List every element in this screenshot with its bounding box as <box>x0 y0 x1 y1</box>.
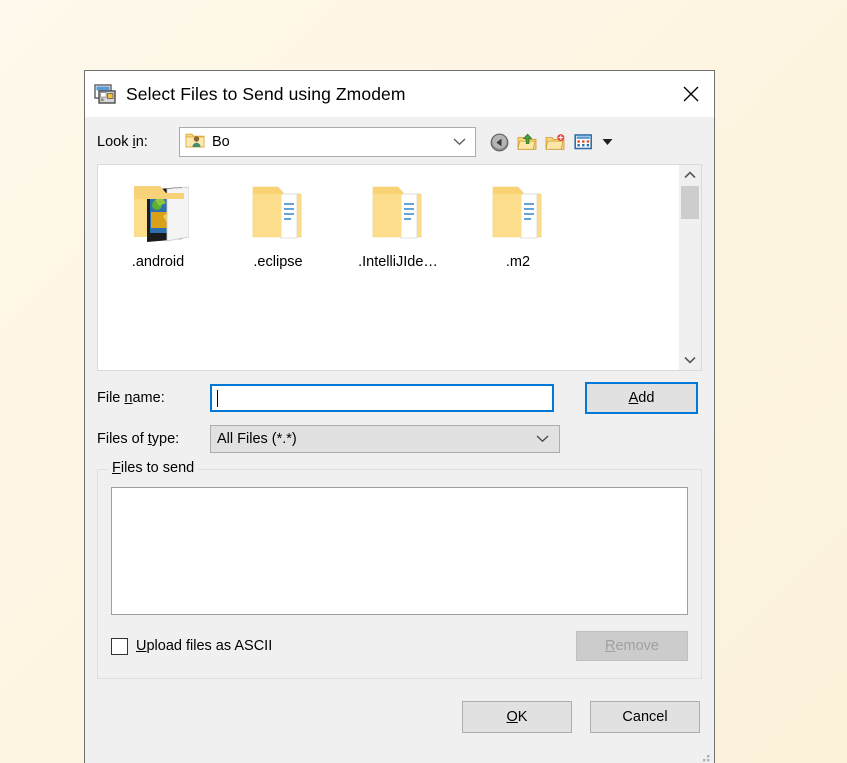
remove-button[interactable]: Remove <box>576 631 688 661</box>
file-type-value: All Files (*.*) <box>217 431 297 447</box>
group-bottom-row: Upload files as ASCII Remove <box>111 631 688 661</box>
desktop-background: Select Files to Send using Zmodem Look i… <box>0 0 847 763</box>
look-in-row: Look in: Bo <box>97 122 702 162</box>
resize-grip[interactable] <box>697 753 711 763</box>
list-item[interactable] <box>458 359 578 370</box>
file-list[interactable]: .android .eclipse .IntelliJIde… .m2 <box>98 165 678 370</box>
files-to-send-legend: Files to send <box>108 460 199 476</box>
chevron-down-icon[interactable] <box>536 430 549 448</box>
add-button[interactable]: Add <box>585 382 698 414</box>
folder-clipped-light-icon <box>127 359 189 370</box>
files-to-send-group: Files to send Upload files as ASCII Remo… <box>97 460 702 679</box>
file-name-label: .IntelliJIde… <box>358 254 438 270</box>
file-type-combobox[interactable]: All Files (*.*) <box>210 425 560 453</box>
upload-as-ascii-checkbox[interactable]: Upload files as ASCII <box>111 637 273 655</box>
up-folder-icon[interactable] <box>516 131 538 153</box>
dialog-title: Select Files to Send using Zmodem <box>126 83 406 104</box>
folder-clipped-plain-icon <box>367 359 429 370</box>
folder-android-icon <box>127 173 189 250</box>
folder-clipped-empty-icon <box>487 359 549 370</box>
caret-down-icon[interactable] <box>600 131 614 153</box>
list-item[interactable]: .IntelliJIde… <box>338 173 458 359</box>
select-files-dialog: Select Files to Send using Zmodem Look i… <box>84 70 715 763</box>
checkbox-box[interactable] <box>111 637 128 655</box>
ok-button[interactable]: OK <box>462 701 572 733</box>
look-in-value: Bo <box>212 134 230 150</box>
list-item[interactable]: .android <box>98 173 218 359</box>
upload-as-ascii-label: Upload files as ASCII <box>136 638 273 654</box>
look-in-label: Look in: <box>97 134 148 150</box>
list-item[interactable]: .eclipse <box>218 173 338 359</box>
file-name-label-text: File name: <box>97 390 165 406</box>
file-name-label: .eclipse <box>253 254 303 270</box>
folder-clipped-dark-icon <box>247 359 309 370</box>
close-icon[interactable] <box>668 71 714 117</box>
back-arrow-icon[interactable] <box>488 131 510 153</box>
list-item[interactable] <box>218 359 338 370</box>
view-grid-icon[interactable] <box>572 131 594 153</box>
cancel-button[interactable]: Cancel <box>590 701 700 733</box>
file-list-scrollbar[interactable] <box>678 165 701 370</box>
list-item[interactable]: .m2 <box>458 173 578 359</box>
chevron-up-icon[interactable] <box>679 165 701 185</box>
user-folder-icon <box>185 131 205 154</box>
terminal-window-icon <box>94 83 116 105</box>
file-icon-grid: .android .eclipse .IntelliJIde… .m2 <box>98 165 678 370</box>
file-type-row: Files of type: All Files (*.*) <box>97 425 702 453</box>
file-type-label-text: Files of type: <box>97 431 180 447</box>
dialog-body: Look in: Bo .android .eclipse .IntelliJI… <box>85 117 714 763</box>
text-caret <box>217 389 218 407</box>
cancel-button-label: Cancel <box>622 709 668 725</box>
add-button-label: Add <box>628 390 655 406</box>
file-name-input[interactable] <box>210 384 554 412</box>
files-to-send-list[interactable] <box>111 487 688 615</box>
remove-button-label: Remove <box>604 638 659 654</box>
scroll-thumb[interactable] <box>681 186 699 219</box>
list-item[interactable] <box>98 359 218 370</box>
dialog-title-bar: Select Files to Send using Zmodem <box>85 71 714 117</box>
file-name-label: .m2 <box>505 254 531 270</box>
chevron-down-icon[interactable] <box>453 133 466 151</box>
ok-button-label: OK <box>506 709 528 725</box>
look-in-combobox[interactable]: Bo <box>179 127 476 157</box>
navigation-toolbar <box>488 131 614 153</box>
file-browser-pane: .android .eclipse .IntelliJIde… .m2 <box>97 164 702 371</box>
folder-documents-icon <box>247 173 309 250</box>
folder-documents-icon <box>487 173 549 250</box>
file-name-row: File name: Add <box>97 382 702 414</box>
folder-documents-icon <box>367 173 429 250</box>
new-folder-icon[interactable] <box>544 131 566 153</box>
dialog-footer: OK Cancel <box>97 701 702 733</box>
chevron-down-icon[interactable] <box>679 350 701 370</box>
list-item[interactable] <box>338 359 458 370</box>
file-name-label: .android <box>131 254 185 270</box>
